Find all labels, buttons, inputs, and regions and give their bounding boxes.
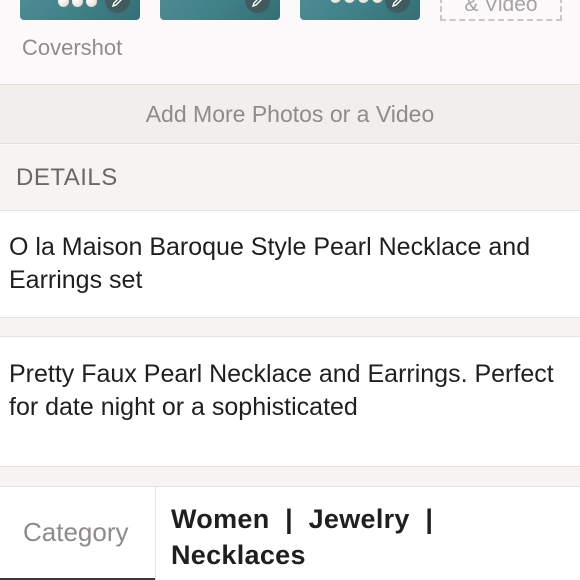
listing-description-text: Pretty Faux Pearl Necklace and Earrings.… <box>9 360 554 421</box>
pencil-icon[interactable] <box>245 0 270 13</box>
listing-title-text: O la Maison Baroque Style Pearl Necklace… <box>9 233 531 294</box>
add-more-label: Add More Photos or a Video <box>145 100 435 127</box>
listing-title-field[interactable]: O la Maison Baroque Style Pearl Necklace… <box>0 211 580 318</box>
add-video-label: & Video <box>464 0 538 16</box>
listing-description-field[interactable]: Pretty Faux Pearl Necklace and Earrings.… <box>0 337 580 467</box>
pearl-photo <box>330 0 383 3</box>
photo-strip: & Video Covershot <box>0 0 580 75</box>
add-photos-video-button[interactable]: & Video <box>440 0 562 21</box>
pencil-icon[interactable] <box>385 0 410 13</box>
pencil-icon[interactable] <box>105 0 130 13</box>
category-label: Category <box>23 517 129 547</box>
category-divider <box>155 487 156 580</box>
pearl-photo <box>58 0 97 7</box>
category-value: Women | Jewelry | Necklaces <box>171 504 449 570</box>
photo-thumbnail[interactable] <box>160 0 280 20</box>
category-selector[interactable]: Category Women | Jewelry | Necklaces <box>0 487 580 580</box>
section-separator <box>0 467 580 487</box>
section-separator <box>0 318 580 337</box>
photo-thumbnail[interactable] <box>20 0 140 20</box>
covershot-label: Covershot <box>22 35 123 60</box>
details-header-label: DETAILS <box>16 163 118 191</box>
listing-editor-page: & Video Covershot Add More Photos or a V… <box>0 0 580 580</box>
add-more-photos-button[interactable]: Add More Photos or a Video <box>0 84 580 144</box>
photo-thumbnail[interactable] <box>300 0 420 20</box>
details-section-header: DETAILS <box>0 145 580 211</box>
